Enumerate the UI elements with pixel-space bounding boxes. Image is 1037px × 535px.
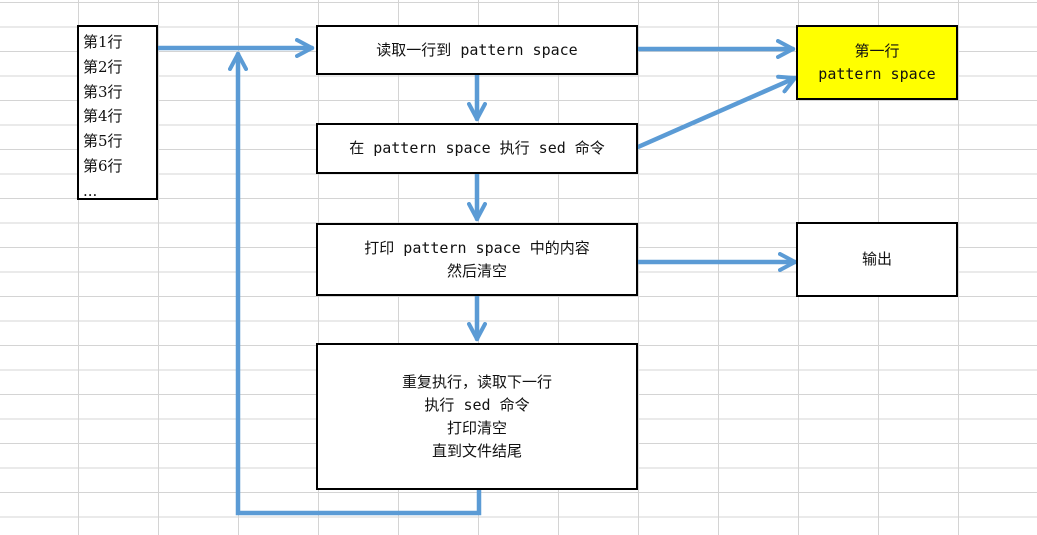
print-clear-text-line: 然后清空: [446, 261, 507, 280]
input-line-ellipsis: ...: [83, 181, 98, 200]
output-box: 输出: [796, 222, 958, 297]
input-line: 第1行: [83, 33, 123, 51]
pattern-space-box: 第一行 pattern space: [796, 25, 958, 100]
input-lines-list: 第1行 第2行 第3行 第4行 第5行 第6行 ...: [77, 25, 158, 200]
repeat-text-line: 直到文件结尾: [431, 441, 522, 460]
print-clear-box: 打印 pattern space 中的内容 然后清空: [316, 223, 638, 296]
execute-command-box: 在 pattern space 执行 sed 命令: [316, 123, 638, 174]
arrow-execute-to-pattern-space: [635, 74, 798, 150]
pattern-space-text-line: pattern space: [818, 64, 936, 83]
input-line: 第3行: [83, 82, 123, 101]
input-line: 第6行: [83, 156, 123, 175]
repeat-box: 重复执行，读取下一行 执行 sed 命令 打印清空 直到文件结尾: [316, 343, 638, 490]
repeat-text-line: 执行 sed 命令: [424, 395, 530, 414]
input-line: 第2行: [83, 57, 123, 76]
output-text: 输出: [861, 250, 892, 268]
repeat-text-line: 重复执行，读取下一行: [401, 372, 552, 391]
input-line: 第5行: [83, 132, 123, 151]
print-clear-text-line: 打印 pattern space 中的内容: [364, 238, 590, 257]
read-line-box: 读取一行到 pattern space: [316, 25, 638, 75]
execute-command-text: 在 pattern space 执行 sed 命令: [349, 139, 605, 157]
repeat-text-line: 打印清空: [446, 418, 507, 437]
input-line: 第4行: [83, 107, 123, 126]
read-line-text: 读取一行到 pattern space: [376, 40, 578, 59]
pattern-space-text-line: 第一行: [854, 41, 900, 60]
